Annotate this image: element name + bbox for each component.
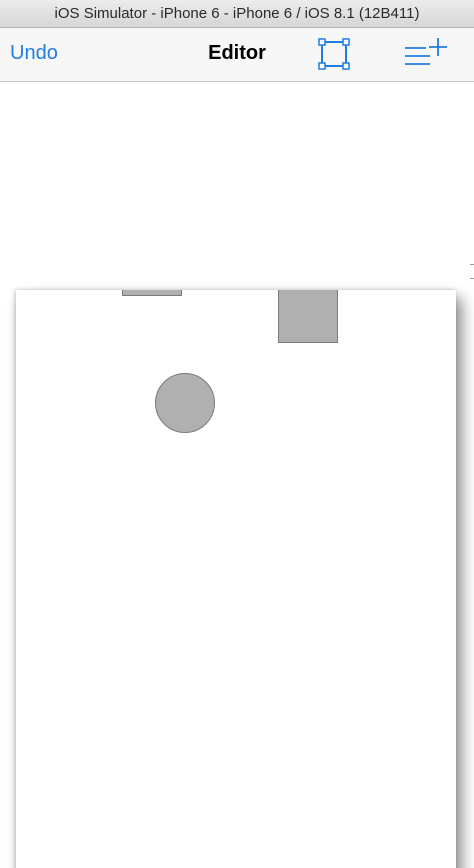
drawing-canvas[interactable]: [16, 290, 456, 868]
add-list-icon: [405, 38, 447, 65]
add-shape-button[interactable]: [400, 36, 450, 76]
window-titlebar[interactable]: iOS Simulator - iPhone 6 - iPhone 6 / iO…: [0, 0, 474, 28]
shape-square[interactable]: [278, 290, 338, 343]
shape-circle[interactable]: [155, 373, 215, 433]
editor-content: [0, 82, 474, 868]
window-title: iOS Simulator - iPhone 6 - iPhone 6 / iO…: [54, 5, 420, 22]
bounding-box-icon: [318, 38, 350, 70]
simulator-window: iOS Simulator - iPhone 6 - iPhone 6 / iO…: [0, 0, 474, 868]
edge-tick: [470, 264, 474, 265]
shape-rectangle[interactable]: [122, 290, 182, 296]
frame-button[interactable]: [314, 36, 354, 76]
edge-tick: [470, 278, 474, 279]
navigation-bar: Undo Editor: [0, 28, 474, 82]
undo-button[interactable]: Undo: [10, 42, 58, 65]
